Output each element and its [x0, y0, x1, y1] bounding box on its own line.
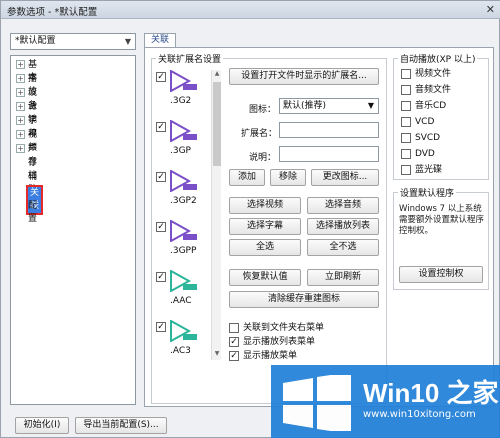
folder-menu-option[interactable]: 关联到文件夹右菜单: [229, 322, 324, 334]
autoplay-option[interactable]: 蓝光碟: [401, 164, 442, 176]
play-menu-checkbox[interactable]: ✓: [229, 351, 239, 361]
windows-logo-icon: [283, 375, 351, 431]
association-legend: 关联扩展名设置: [158, 55, 222, 65]
default-program-description: Windows 7 以上系统需要额外设置默认程序控制权。: [399, 204, 485, 236]
autoplay-option[interactable]: DVD: [401, 148, 435, 160]
autoplay-option[interactable]: 音频文件: [401, 84, 451, 96]
play-menu-option[interactable]: ✓ 显示播放菜单: [229, 350, 297, 362]
expand-icon[interactable]: +: [16, 130, 25, 139]
scroll-down-icon[interactable]: ▼: [213, 350, 221, 360]
autoplay-checkbox[interactable]: [401, 165, 411, 175]
tree-item-subtitle[interactable]: + 字幕: [11, 115, 37, 139]
tree-item-playback[interactable]: + 播放: [11, 73, 37, 97]
list-item[interactable]: ✓ .AC3: [154, 320, 210, 360]
description-label: 说明：: [249, 153, 277, 163]
icon-select[interactable]: 默认(推荐) ▼: [279, 98, 379, 114]
export-config-button[interactable]: 导出当前配置(S)...: [75, 417, 167, 434]
association-panel: 关联扩展名设置 ✓ .3G2 ✓ .3GP ✓ .3GP2 ✓ .3GPP ✓ …: [144, 47, 494, 407]
list-item[interactable]: ✓ .AAC: [154, 270, 210, 322]
select-all-button[interactable]: 全选: [229, 239, 301, 256]
close-icon[interactable]: ✕: [486, 3, 495, 16]
tree-item-filter[interactable]: + 滤镜: [11, 101, 37, 125]
extension-checkbox[interactable]: ✓: [156, 122, 166, 132]
video-file-icon: [170, 170, 197, 192]
watermark-banner: Win10 之家 www.win10xitong.com: [271, 365, 500, 438]
select-none-button[interactable]: 全不选: [307, 239, 379, 256]
autoplay-checkbox[interactable]: [401, 133, 411, 143]
initialize-button[interactable]: 初始化(I): [15, 417, 69, 434]
scroll-thumb[interactable]: [213, 82, 221, 166]
default-program-legend: 设置默认程序: [400, 189, 455, 199]
autoplay-option[interactable]: 视频文件: [401, 68, 451, 80]
extension-checkbox[interactable]: ✓: [156, 322, 166, 332]
video-file-icon: [170, 120, 197, 142]
extension-checkbox[interactable]: ✓: [156, 272, 166, 282]
description-field[interactable]: [279, 146, 379, 162]
select-playlist-button[interactable]: 选择播放列表: [307, 218, 379, 235]
list-item[interactable]: ✓ .3G2: [154, 70, 210, 122]
tab-association[interactable]: 关联: [144, 33, 176, 47]
extension-label: 扩展名：: [241, 129, 278, 139]
expand-icon[interactable]: +: [16, 60, 25, 69]
chevron-down-icon: ▼: [367, 101, 374, 110]
restore-defaults-button[interactable]: 恢复默认值: [229, 269, 301, 286]
autoplay-option[interactable]: SVCD: [401, 132, 440, 144]
change-icon-button[interactable]: 更改图标...: [311, 169, 379, 186]
rebuild-icon-cache-button[interactable]: 清除缓存重建图标: [229, 291, 379, 308]
list-item[interactable]: ✓ .3GP: [154, 120, 210, 172]
extension-checkbox[interactable]: ✓: [156, 222, 166, 232]
autoplay-checkbox[interactable]: [401, 117, 411, 127]
expand-icon[interactable]: +: [16, 144, 25, 153]
video-file-icon: [170, 220, 197, 242]
remove-button[interactable]: 移除: [270, 169, 306, 186]
expand-icon[interactable]: +: [16, 88, 25, 97]
add-button[interactable]: 添加: [229, 169, 265, 186]
watermark-url: www.win10xitong.com: [363, 409, 476, 420]
select-video-button[interactable]: 选择视频: [229, 197, 301, 214]
audio-file-icon: [170, 270, 197, 292]
extension-list: ✓ .3G2 ✓ .3GP ✓ .3GP2 ✓ .3GPP ✓ .AAC ✓ .…: [154, 70, 210, 360]
playlist-menu-checkbox[interactable]: ✓: [229, 337, 239, 347]
category-tree: +基本 +播放 +设备 +滤镜 +字幕 +视频 +声音 存档 辅助 关联 配置: [10, 55, 136, 405]
extension-checkbox[interactable]: ✓: [156, 72, 166, 82]
select-subtitle-button[interactable]: 选择字幕: [229, 218, 301, 235]
chevron-down-icon: ▼: [124, 37, 131, 46]
tree-item-audio[interactable]: + 声音: [11, 143, 37, 167]
tree-item-video[interactable]: + 视频: [11, 129, 37, 153]
preset-value: *默认配置: [15, 36, 56, 46]
extension-field[interactable]: [279, 122, 379, 138]
refresh-now-button[interactable]: 立即刷新: [307, 269, 379, 286]
extension-checkbox[interactable]: ✓: [156, 172, 166, 182]
autoplay-checkbox[interactable]: [401, 85, 411, 95]
autoplay-option[interactable]: VCD: [401, 116, 434, 128]
playlist-menu-option[interactable]: ✓ 显示播放列表菜单: [229, 336, 315, 348]
list-item[interactable]: ✓ .3GPP: [154, 220, 210, 272]
settings-window: 参数选项 - *默认配置 ✕ *默认配置 ▼ + 基本 + 播放 + 设备 + 滤镜 +…: [0, 0, 500, 438]
watermark-name: Win10 之家: [363, 378, 499, 408]
autoplay-checkbox[interactable]: [401, 149, 411, 159]
list-item[interactable]: ✓ .3GP2: [154, 170, 210, 222]
extension-list-scrollbar[interactable]: ▲ ▼: [211, 70, 221, 360]
scroll-up-icon[interactable]: ▲: [213, 70, 221, 80]
autoplay-legend: 自动播放(XP 以上): [400, 55, 476, 65]
tree-item-basic[interactable]: + 基本: [11, 59, 37, 83]
icon-label: 图标：: [249, 105, 277, 115]
icon-select-value: 默认(推荐): [283, 101, 327, 111]
preset-select[interactable]: *默认配置 ▼: [10, 33, 136, 50]
autoplay-checkbox[interactable]: [401, 69, 411, 79]
title-bar: 参数选项 - *默认配置 ✕: [1, 1, 500, 19]
audio-file-icon: [170, 320, 197, 342]
video-file-icon: [170, 70, 197, 92]
expand-icon[interactable]: +: [16, 116, 25, 125]
set-control-button[interactable]: 设置控制权: [399, 266, 483, 283]
expand-icon[interactable]: +: [16, 74, 25, 83]
expand-icon[interactable]: +: [16, 102, 25, 111]
window-title: 参数选项 - *默认配置: [7, 7, 98, 18]
autoplay-checkbox[interactable]: [401, 101, 411, 111]
select-audio-button[interactable]: 选择音频: [307, 197, 379, 214]
set-displayed-extensions-button[interactable]: 设置打开文件时显示的扩展名...: [229, 68, 379, 85]
tree-item-device[interactable]: + 设备: [11, 87, 37, 111]
folder-menu-checkbox[interactable]: [229, 323, 239, 333]
autoplay-option[interactable]: 音乐CD: [401, 100, 446, 112]
